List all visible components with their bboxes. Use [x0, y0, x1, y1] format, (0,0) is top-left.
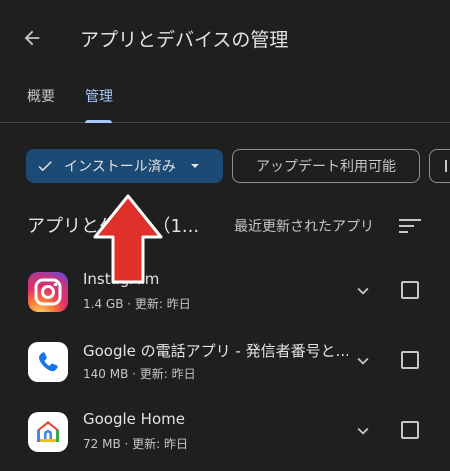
app-updated: 更新: 昨日 [139, 367, 196, 381]
tab-overview[interactable]: 概要 [27, 86, 55, 106]
google-home-icon [28, 412, 68, 452]
updates-available-chip[interactable]: アップデート利用可能 [232, 149, 420, 183]
page-title: アプリとデバイスの管理 [80, 29, 289, 51]
updates-available-label: アップデート利用可能 [256, 159, 396, 175]
app-updated: 更新: 昨日 [134, 297, 191, 311]
phone-icon [28, 342, 68, 382]
instagram-icon [28, 272, 68, 312]
select-checkbox[interactable] [401, 281, 419, 299]
chevron-down-icon[interactable] [352, 280, 374, 302]
check-icon [38, 161, 52, 172]
meta-separator: · [132, 367, 140, 381]
installed-filter-chip[interactable]: インストール済み [26, 149, 223, 183]
select-checkbox[interactable] [401, 421, 419, 439]
sort-icon[interactable] [399, 217, 421, 235]
app-size: 1.4 GB [83, 297, 124, 311]
tab-manage[interactable]: 管理 [85, 86, 113, 106]
meta-separator: · [124, 437, 133, 451]
app-name: Google の電話アプリ - 発信者番号と... [83, 342, 348, 360]
app-list-header: アプリとゲーム（1... 最近更新されたアプリ [0, 205, 450, 245]
tab-selected-indicator [85, 120, 112, 123]
chevron-down-icon[interactable] [352, 420, 374, 442]
installed-filter-label: インストール済み [64, 159, 176, 175]
sort-label[interactable]: 最近更新されたアプリ [234, 216, 374, 236]
select-checkbox[interactable] [401, 351, 419, 369]
list-item[interactable]: Google の電話アプリ - 発信者番号と... 140 MB · 更新: 昨… [0, 342, 450, 412]
list-item[interactable]: Google Home 72 MB · 更新: 昨日 [0, 410, 450, 471]
tab-bar: 概要 管理 [0, 78, 450, 123]
app-meta: 1.4 GB · 更新: 昨日 [83, 295, 191, 312]
list-item[interactable]: Instagram 1.4 GB · 更新: 昨日 [0, 270, 450, 342]
top-app-bar: アプリとデバイスの管理 [0, 0, 450, 78]
more-filter-chip[interactable] [429, 149, 450, 183]
app-size: 140 MB [83, 367, 129, 381]
app-name: Google Home [83, 410, 185, 428]
back-arrow-icon [24, 30, 40, 46]
play-store-manage-screen: アプリとデバイスの管理 概要 管理 インストール済み アップデート利用可能 アプ… [0, 0, 450, 471]
chevron-down-icon[interactable] [352, 350, 374, 372]
annotation-arrow-icon [93, 194, 163, 284]
back-button[interactable] [14, 20, 50, 56]
dropdown-caret-icon [190, 164, 199, 168]
app-size: 72 MB [83, 437, 121, 451]
app-updated: 更新: 昨日 [132, 437, 188, 451]
meta-separator: · [127, 297, 135, 311]
app-meta: 140 MB · 更新: 昨日 [83, 365, 196, 382]
app-meta: 72 MB · 更新: 昨日 [83, 435, 188, 452]
filter-chip-icon [445, 160, 447, 172]
